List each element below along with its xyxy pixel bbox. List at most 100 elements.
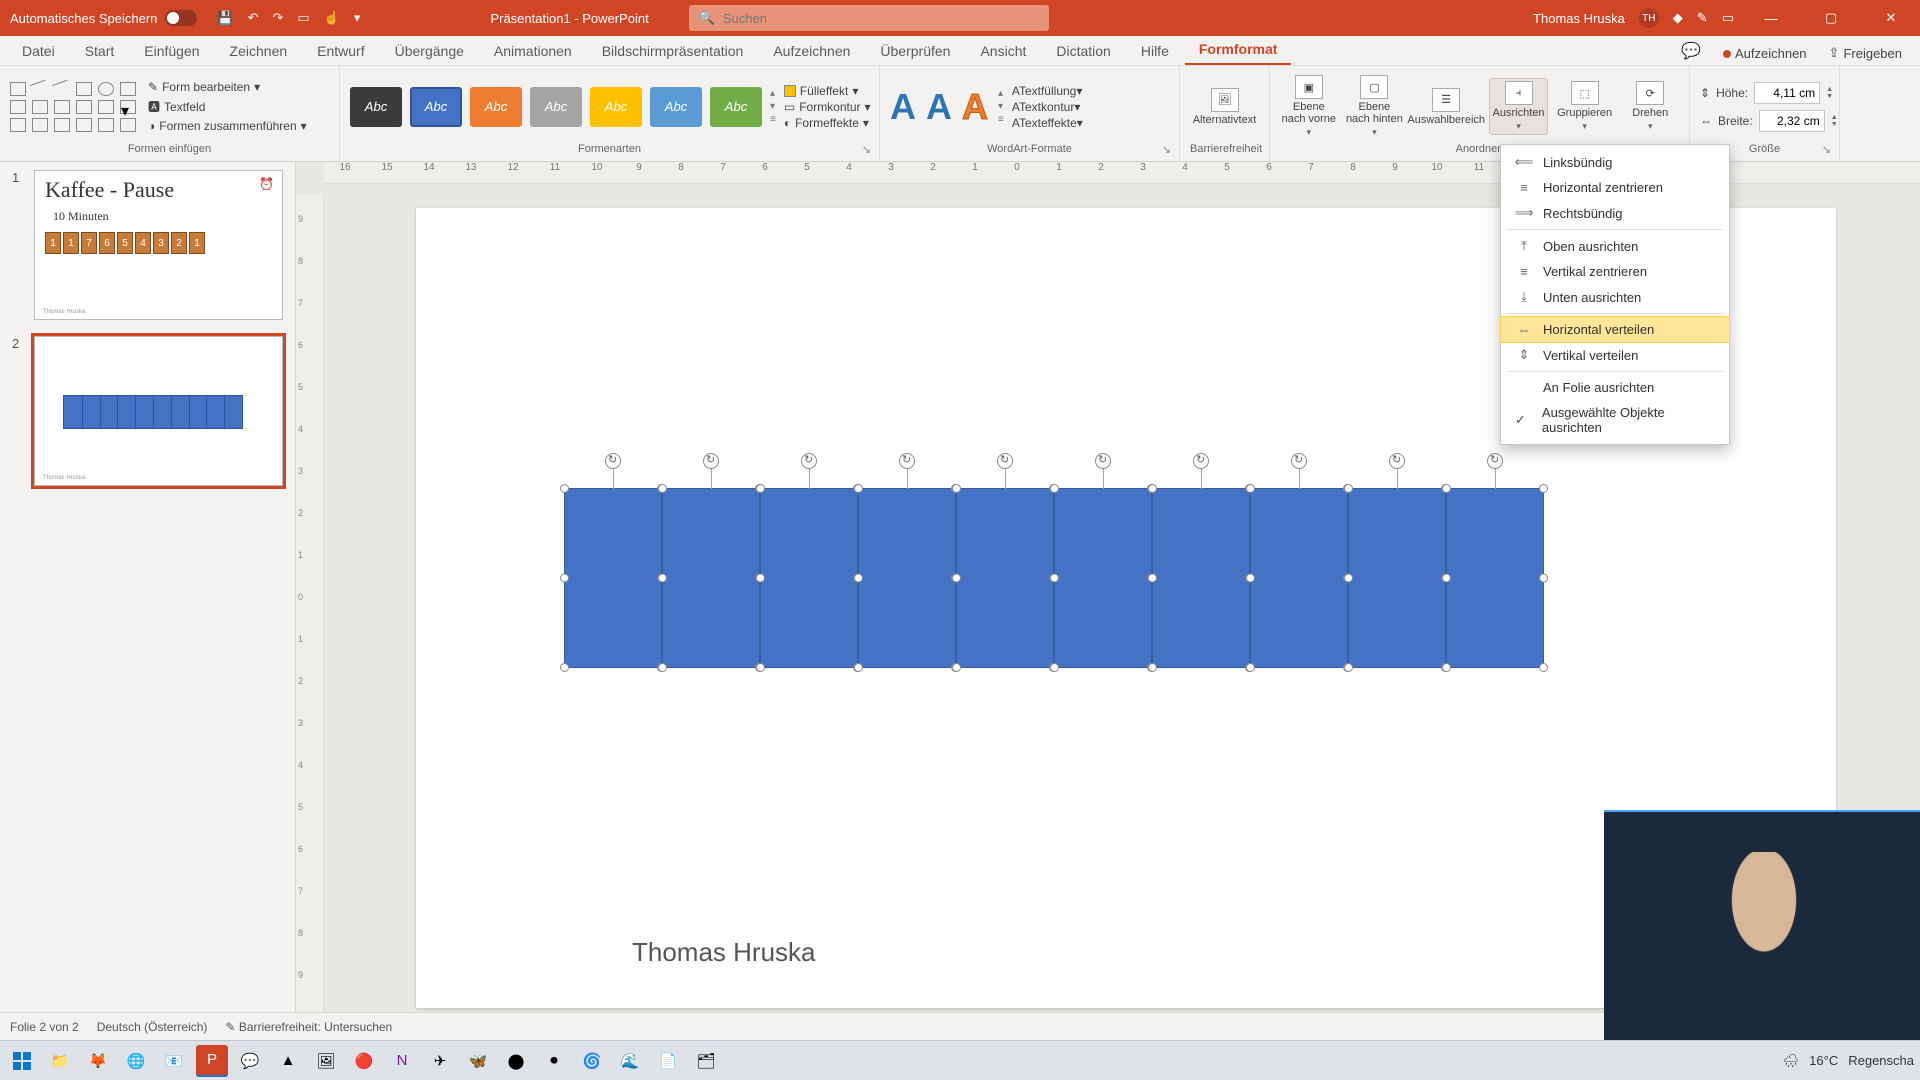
resize-handle[interactable] — [1050, 484, 1059, 493]
rotate-handle-icon[interactable] — [1193, 453, 1209, 469]
selected-rectangle[interactable] — [1446, 488, 1544, 668]
group-button[interactable]: ⬚Gruppieren▾ — [1556, 81, 1614, 132]
resize-handle[interactable] — [1442, 574, 1451, 583]
alt-text-button[interactable]: 🖼 Alternativtext — [1190, 88, 1259, 126]
gallery-up-icon[interactable]: ▴ — [770, 88, 776, 99]
tab-dictation[interactable]: Dictation — [1042, 37, 1124, 65]
selection-pane-button[interactable]: ☰Auswahlbereich — [1411, 88, 1481, 126]
resize-handle[interactable] — [1442, 484, 1451, 493]
resize-handle[interactable] — [854, 574, 863, 583]
size-launcher-icon[interactable]: ↘ — [1822, 143, 1831, 156]
slide-counter[interactable]: Folie 2 von 2 — [10, 1020, 79, 1034]
tab-bildschirmpraesentation[interactable]: Bildschirmpräsentation — [588, 37, 758, 65]
resize-handle[interactable] — [1050, 574, 1059, 583]
edit-shape-button[interactable]: ✎Form bearbeiten▾ — [144, 79, 311, 95]
thumbnail-2[interactable]: 2 Thomas Hruska — [12, 336, 283, 486]
taskbar-app-icon[interactable]: ⬤ — [500, 1045, 532, 1077]
selected-rectangle[interactable] — [564, 488, 662, 668]
weather-temp[interactable]: 16°C — [1809, 1053, 1838, 1068]
resize-handle[interactable] — [1246, 574, 1255, 583]
resize-handle[interactable] — [952, 663, 961, 672]
tab-uebergaenge[interactable]: Übergänge — [381, 37, 478, 65]
resize-handle[interactable] — [658, 484, 667, 493]
wordart-preset-1[interactable]: A — [890, 86, 916, 128]
style-preset-4[interactable]: Abc — [530, 87, 582, 127]
width-input[interactable] — [1759, 110, 1825, 132]
resize-handle[interactable] — [1539, 663, 1548, 672]
rotate-handle-icon[interactable] — [1487, 453, 1503, 469]
resize-handle[interactable] — [1246, 484, 1255, 493]
distribute-horizontal[interactable]: ⇔Horizontal verteilen — [1501, 317, 1729, 342]
drawing-icon[interactable]: ✎ — [1697, 10, 1708, 26]
taskbar-app-icon[interactable]: 🔴 — [348, 1045, 380, 1077]
qat-more-icon[interactable]: ▾ — [354, 10, 361, 26]
selected-shapes[interactable] — [564, 488, 1544, 668]
taskbar-app-icon[interactable]: ▲ — [272, 1045, 304, 1077]
taskbar-explorer-icon[interactable]: 📁 — [44, 1045, 76, 1077]
tab-start[interactable]: Start — [71, 37, 129, 65]
resize-handle[interactable] — [854, 663, 863, 672]
resize-handle[interactable] — [756, 574, 765, 583]
width-field[interactable]: ⇔ Breite: ▲▼ — [1700, 110, 1838, 132]
align-selected-objects[interactable]: Ausgewählte Objekte ausrichten — [1501, 400, 1729, 440]
autosave-switch[interactable] — [165, 10, 197, 26]
weather-condition[interactable]: Regenscha — [1848, 1053, 1914, 1068]
tab-aufzeichnen[interactable]: Aufzeichnen — [759, 37, 864, 65]
align-vcenter[interactable]: ≡Vertikal zentrieren — [1501, 259, 1729, 284]
tab-datei[interactable]: Datei — [8, 37, 69, 65]
resize-handle[interactable] — [560, 663, 569, 672]
align-right[interactable]: ⟹Rechtsbündig — [1501, 200, 1729, 226]
save-icon[interactable]: 💾 — [217, 10, 233, 26]
resize-handle[interactable] — [658, 574, 667, 583]
shape-effects-button[interactable]: ◐Formeffekte▾ — [784, 116, 871, 130]
text-outline-button[interactable]: ATextkontur▾ — [1012, 100, 1083, 114]
height-input[interactable] — [1754, 82, 1820, 104]
wordart-gallery[interactable]: A A A ▴▾≡ — [890, 86, 1004, 128]
shapes-gallery[interactable]: ▾ — [10, 82, 136, 132]
tab-formformat[interactable]: Formformat — [1185, 35, 1292, 65]
bring-forward-button[interactable]: ▣Ebene nach vorne▾ — [1280, 75, 1338, 138]
selected-rectangle[interactable] — [1348, 488, 1446, 668]
style-preset-6[interactable]: Abc — [650, 87, 702, 127]
user-name[interactable]: Thomas Hruska — [1533, 11, 1625, 26]
text-effects-button[interactable]: ATexteffekte▾ — [1012, 116, 1083, 130]
coming-soon-icon[interactable]: ◆ — [1673, 10, 1683, 26]
taskbar-app-icon[interactable]: 🌀 — [576, 1045, 608, 1077]
style-preset-2[interactable]: Abc — [410, 87, 462, 127]
resize-handle[interactable] — [1539, 574, 1548, 583]
resize-handle[interactable] — [854, 484, 863, 493]
search-box[interactable]: 🔍 — [689, 5, 1049, 31]
selected-rectangle[interactable] — [1250, 488, 1348, 668]
align-top[interactable]: ⤒Oben ausrichten — [1501, 233, 1729, 259]
search-input[interactable] — [723, 11, 1039, 26]
style-preset-1[interactable]: Abc — [350, 87, 402, 127]
text-fill-button[interactable]: ATextfüllung▾ — [1012, 84, 1083, 98]
textbox-button[interactable]: 🅰Textfeld — [144, 97, 311, 116]
shape-outline-button[interactable]: ▭Formkontur▾ — [784, 100, 871, 114]
start-button[interactable] — [6, 1045, 38, 1077]
from-beginning-icon[interactable]: ▭ — [297, 10, 309, 26]
send-backward-button[interactable]: ▢Ebene nach hinten▾ — [1346, 75, 1404, 138]
shape-style-gallery[interactable]: Abc Abc Abc Abc Abc Abc Abc ▴▾≡ — [350, 87, 776, 127]
taskbar-app-icon[interactable]: 🗂 — [690, 1045, 722, 1077]
resize-handle[interactable] — [756, 663, 765, 672]
taskbar-onenote-icon[interactable]: N — [386, 1045, 418, 1077]
user-avatar[interactable]: TH — [1639, 8, 1659, 28]
resize-handle[interactable] — [756, 484, 765, 493]
taskbar-app-icon[interactable]: 💬 — [234, 1045, 266, 1077]
align-left[interactable]: ⟸Linksbündig — [1501, 149, 1729, 175]
height-field[interactable]: ⇕ Höhe: ▲▼ — [1700, 82, 1838, 104]
taskbar-app-icon[interactable]: 🦋 — [462, 1045, 494, 1077]
resize-handle[interactable] — [1344, 484, 1353, 493]
wordart-launcher-icon[interactable]: ↘ — [1162, 143, 1171, 156]
rotate-handle-icon[interactable] — [703, 453, 719, 469]
touch-mode-icon[interactable]: ☝ — [324, 10, 340, 26]
style-preset-5[interactable]: Abc — [590, 87, 642, 127]
gallery-more-icon[interactable]: ≡ — [770, 114, 776, 125]
taskbar-app-icon[interactable]: 🖼 — [310, 1045, 342, 1077]
taskbar-powerpoint-icon[interactable]: P — [196, 1045, 228, 1077]
selected-rectangle[interactable] — [858, 488, 956, 668]
resize-handle[interactable] — [1050, 663, 1059, 672]
resize-handle[interactable] — [658, 663, 667, 672]
taskbar-app-icon[interactable]: ✈ — [424, 1045, 456, 1077]
